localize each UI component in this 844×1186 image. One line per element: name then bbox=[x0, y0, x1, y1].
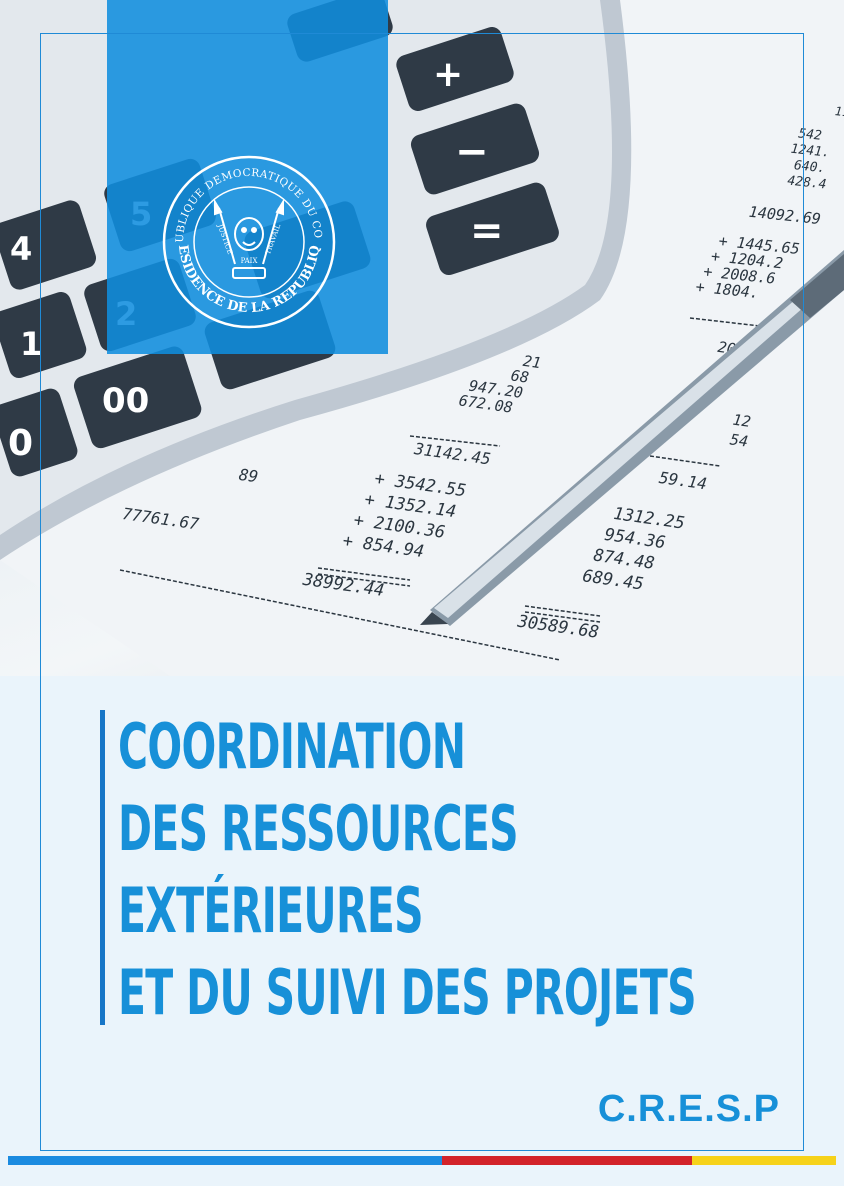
figure: 89 bbox=[238, 465, 260, 486]
seal-top-text: REPUBLIQUE DEMOCRATIQUE DU CONGO bbox=[174, 167, 324, 245]
page-title: COORDINATION DES RESSOURCES EXTÉRIEURES … bbox=[118, 706, 697, 1034]
logo-panel: REPUBLIQUE DEMOCRATIQUE DU CONGO PRESIDE… bbox=[107, 0, 388, 354]
title-accent-bar bbox=[100, 710, 105, 1025]
acronym-label: C.R.E.S.P bbox=[597, 1088, 780, 1130]
svg-text:=: = bbox=[470, 208, 504, 254]
flag-stripe-blue bbox=[8, 1156, 442, 1165]
motto-left: JUSTICE bbox=[215, 222, 234, 255]
motto-right: TRAVAIL bbox=[264, 223, 282, 256]
key-00: 00 bbox=[102, 381, 149, 421]
figure: 542 bbox=[798, 126, 823, 143]
key-1: 1 bbox=[20, 325, 42, 363]
title-line-3: EXTÉRIEURES bbox=[118, 874, 424, 947]
seal-bottom-text: PRESIDENCE DE LA REPUBLIQUE bbox=[175, 231, 323, 316]
key-0: 0 bbox=[8, 423, 33, 464]
title-line-1: COORDINATION bbox=[118, 710, 466, 783]
cover-page: + − = 00 0 1 2 4 5 31142.45 + 3542.55 + … bbox=[0, 0, 844, 1186]
motto-center: PAIX bbox=[241, 257, 258, 265]
figure: 12 bbox=[732, 411, 752, 431]
key-4: 4 bbox=[10, 230, 32, 268]
presidential-seal-icon: REPUBLIQUE DEMOCRATIQUE DU CONGO PRESIDE… bbox=[162, 155, 336, 329]
figure: 54 bbox=[729, 430, 749, 450]
title-line-4: ET DU SUIVI DES PROJETS bbox=[118, 956, 697, 1029]
flag-stripe-red bbox=[442, 1156, 692, 1165]
title-line-2: DES RESSOURCES bbox=[118, 792, 519, 865]
svg-text:−: − bbox=[455, 129, 489, 175]
svg-text:+: + bbox=[433, 54, 463, 95]
flag-stripe-yellow bbox=[692, 1156, 836, 1165]
